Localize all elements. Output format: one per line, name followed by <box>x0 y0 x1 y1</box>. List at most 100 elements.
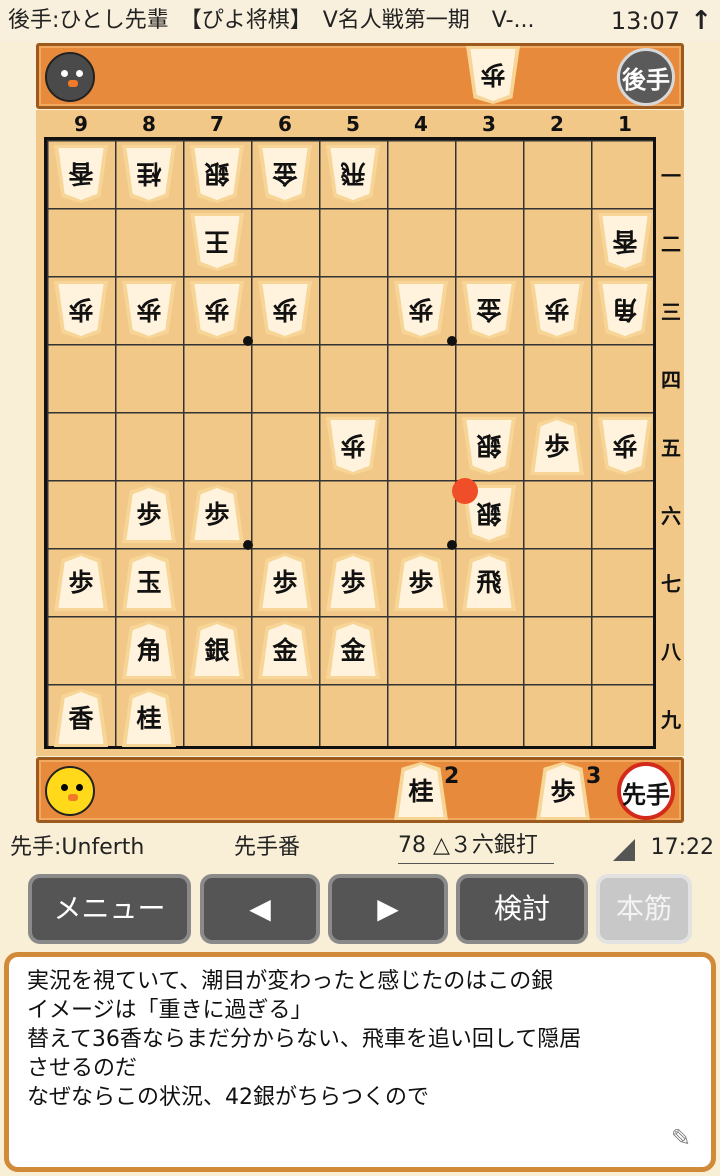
sente-piece[interactable]: 歩 <box>258 553 312 611</box>
sente-piece[interactable]: 歩 <box>394 553 448 611</box>
game-clock: 17:22 <box>650 835 714 860</box>
sente-piece[interactable]: 玉 <box>122 553 176 611</box>
file-label: 9 <box>74 112 88 136</box>
gote-piece[interactable]: 歩 <box>258 281 312 339</box>
gote-piece[interactable]: 歩 <box>190 281 244 339</box>
gote-piece[interactable]: 銀 <box>462 417 516 475</box>
sente-piece[interactable]: 歩 <box>122 485 176 543</box>
file-label: 2 <box>550 112 564 136</box>
sente-piece[interactable]: 金 <box>258 621 312 679</box>
gote-piece[interactable]: 金 <box>258 145 312 203</box>
sente-badge: 先手 <box>617 762 675 820</box>
gote-piece[interactable]: 飛 <box>326 145 380 203</box>
star-point <box>447 540 457 550</box>
edit-pencil-icon[interactable]: ✎ <box>671 1124 691 1153</box>
piece-label: 歩 <box>340 431 366 460</box>
rank-label: 八 <box>661 640 681 664</box>
piece-label: 金 <box>272 636 298 665</box>
prev-move-button[interactable]: ◀ <box>200 874 320 944</box>
piece-label: 歩 <box>408 295 434 324</box>
piece-label: 金 <box>340 636 366 665</box>
piece-label: 歩 <box>544 432 570 461</box>
sente-player-name: 先手:Unferth <box>10 835 145 860</box>
mainline-button: 本筋 <box>596 874 692 944</box>
piece-label: 歩 <box>408 568 434 597</box>
file-label: 6 <box>278 112 292 136</box>
sente-piece[interactable]: 銀 <box>190 621 244 679</box>
rank-label: 七 <box>661 572 681 596</box>
sente-hand-piece[interactable]: 歩 <box>536 762 590 820</box>
sente-piece[interactable]: 歩 <box>190 485 244 543</box>
file-label: 7 <box>210 112 224 136</box>
gote-piece[interactable]: 桂 <box>122 145 176 203</box>
piece-label: 歩 <box>136 295 162 324</box>
app-title: 後手:ひとし先輩 【ぴよ将棋】 V名人戦第一期 V-... <box>8 8 535 33</box>
hand-piece-count: 3 <box>586 764 602 789</box>
sente-piece[interactable]: 歩 <box>326 553 380 611</box>
piece-label: 桂 <box>408 777 434 806</box>
rank-label: 一 <box>661 164 681 188</box>
gote-piece[interactable]: 歩 <box>122 281 176 339</box>
hand-piece-count: 2 <box>444 764 460 789</box>
gote-badge: 後手 <box>617 48 675 106</box>
rank-label: 六 <box>661 504 681 528</box>
current-move[interactable]: 78 △３六銀打 <box>398 829 554 864</box>
sente-piece[interactable]: 飛 <box>462 553 516 611</box>
gote-piece[interactable]: 歩 <box>326 417 380 475</box>
gote-piece[interactable]: 銀 <box>190 145 244 203</box>
file-label: 4 <box>414 112 428 136</box>
sente-avatar <box>45 766 95 816</box>
sente-piece[interactable]: 歩 <box>54 553 108 611</box>
next-move-button[interactable]: ▶ <box>328 874 448 944</box>
piece-label: 歩 <box>550 777 576 806</box>
sente-piece[interactable]: 歩 <box>530 417 584 475</box>
piece-label: 玉 <box>136 568 162 597</box>
menu-button[interactable]: メニュー <box>28 874 191 944</box>
piece-label: 金 <box>476 295 502 324</box>
sente-piece[interactable]: 香 <box>54 689 108 747</box>
gote-piece[interactable]: 金 <box>462 281 516 339</box>
star-point <box>243 336 253 346</box>
gote-piece[interactable]: 香 <box>598 213 652 271</box>
gote-piece[interactable]: 香 <box>54 145 108 203</box>
piece-label: 歩 <box>68 295 94 324</box>
comment-line: 実況を視ていて、潮目が変わったと感じたのはこの銀 <box>27 969 554 994</box>
piece-label: 角 <box>612 295 638 324</box>
comment-line: させるのだ <box>27 1056 138 1081</box>
status-time: 13:07 <box>610 7 680 35</box>
star-point <box>447 336 457 346</box>
piece-label: 歩 <box>340 568 366 597</box>
turn-indicator: 先手番 <box>234 835 301 860</box>
file-label: 8 <box>142 112 156 136</box>
piece-label: 角 <box>136 636 162 665</box>
sente-hand-piece[interactable]: 桂 <box>394 762 448 820</box>
gote-piece[interactable]: 歩 <box>54 281 108 339</box>
gote-piece[interactable]: 王 <box>190 213 244 271</box>
gote-piece[interactable]: 角 <box>598 281 652 339</box>
gote-hand-piece[interactable]: 歩 <box>466 46 520 104</box>
piece-label: 歩 <box>272 568 298 597</box>
comment-line: イメージは「重きに過ぎる」 <box>27 998 313 1023</box>
piece-label: 歩 <box>544 295 570 324</box>
piece-label: 歩 <box>272 295 298 324</box>
sente-piece[interactable]: 金 <box>326 621 380 679</box>
comment-box[interactable]: 実況を視ていて、潮目が変わったと感じたのはこの銀 イメージは「重きに過ぎる」 替… <box>4 952 716 1172</box>
rank-label: 九 <box>661 708 681 732</box>
info-bar: 先手:Unferth 先手番 78 △３六銀打 17:22 <box>0 829 720 867</box>
analyze-button[interactable]: 検討 <box>456 874 588 944</box>
gote-piece[interactable]: 歩 <box>530 281 584 339</box>
piece-label: 金 <box>272 159 298 188</box>
move-dropdown-icon[interactable] <box>613 839 635 861</box>
piece-label: 歩 <box>480 60 506 89</box>
piece-label: 歩 <box>204 295 230 324</box>
piece-label: 桂 <box>136 704 162 733</box>
sente-piece[interactable]: 桂 <box>122 689 176 747</box>
file-label: 5 <box>346 112 360 136</box>
gote-avatar <box>45 52 95 102</box>
last-move-marker <box>452 478 478 504</box>
up-arrow-icon[interactable]: ↑ <box>690 0 712 42</box>
sente-piece[interactable]: 角 <box>122 621 176 679</box>
gote-piece[interactable]: 歩 <box>394 281 448 339</box>
gote-piece[interactable]: 歩 <box>598 417 652 475</box>
status-bar: 後手:ひとし先輩 【ぴよ将棋】 V名人戦第一期 V-... 13:07 ↑ <box>0 0 720 42</box>
